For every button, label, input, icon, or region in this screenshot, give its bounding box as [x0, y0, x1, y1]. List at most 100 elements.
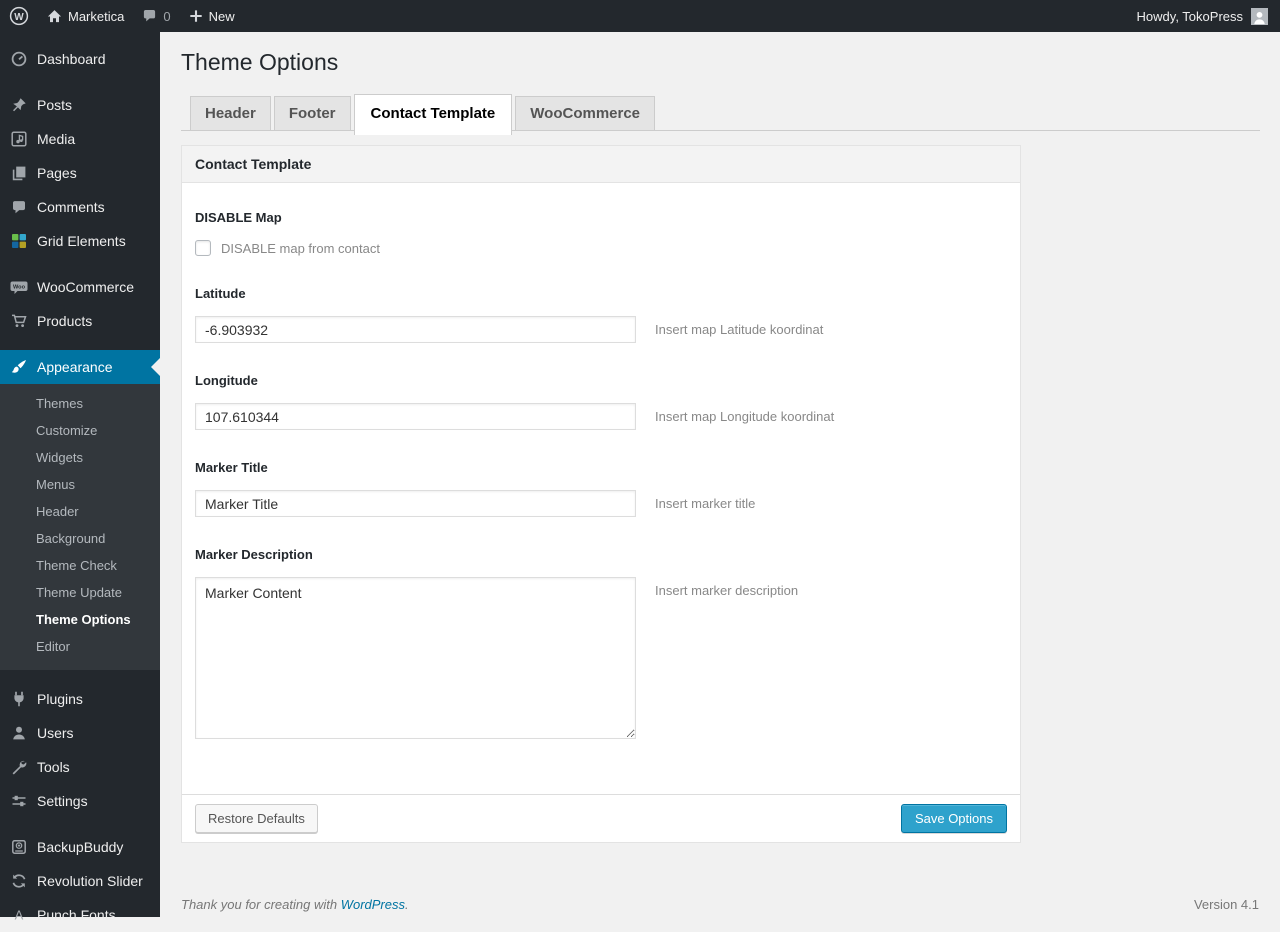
page-footer: Thank you for creating with WordPress. V…	[181, 897, 1260, 912]
sidebar-item-backupbuddy[interactable]: BackupBuddy	[0, 830, 160, 864]
sidebar-item-label: Grid Elements	[37, 233, 126, 249]
main-content: Theme Options Header Footer Contact Temp…	[160, 32, 1280, 917]
longitude-input[interactable]	[195, 403, 636, 430]
panel-title: Contact Template	[182, 146, 1020, 183]
appearance-submenu: Themes Customize Widgets Menus Header Ba…	[0, 384, 160, 670]
disable-map-label: DISABLE Map	[195, 210, 282, 225]
sidebar-item-revolution-slider[interactable]: Revolution Slider	[0, 864, 160, 898]
new-menu[interactable]: New	[180, 0, 244, 32]
sidebar-item-tools[interactable]: Tools	[0, 750, 160, 784]
sidebar-item-label: Users	[37, 725, 74, 741]
marker-title-label: Marker Title	[195, 460, 268, 475]
brush-icon	[9, 359, 28, 376]
sidebar-item-punch-fonts[interactable]: A Punch Fonts	[0, 898, 160, 932]
disable-map-checkbox-label: DISABLE map from contact	[221, 240, 380, 256]
sidebar-item-dashboard[interactable]: Dashboard	[0, 42, 160, 76]
sidebar-item-comments[interactable]: Comments	[0, 190, 160, 224]
grid-elements-icon	[9, 233, 28, 250]
sidebar-item-label: Media	[37, 131, 76, 147]
tab-woocommerce[interactable]: WooCommerce	[515, 96, 656, 130]
sidebar-item-pages[interactable]: Pages	[0, 156, 160, 190]
person-icon	[1254, 11, 1265, 24]
sidebar-item-plugins[interactable]: Plugins	[0, 682, 160, 716]
page-title: Theme Options	[181, 49, 339, 75]
comments-menu[interactable]: 0	[133, 0, 179, 32]
sidebar-item-label: WooCommerce	[37, 279, 134, 295]
menu-separator	[0, 670, 160, 682]
avatar[interactable]	[1251, 7, 1268, 25]
submenu-editor[interactable]: Editor	[0, 633, 160, 660]
wordpress-link[interactable]: WordPress	[341, 897, 405, 912]
tab-contact-template[interactable]: Contact Template	[353, 94, 513, 135]
menu-separator	[0, 338, 160, 350]
wordpress-logo-glyph: W	[9, 6, 29, 26]
svg-text:A: A	[14, 908, 23, 923]
sidebar-item-label: Punch Fonts	[37, 907, 116, 923]
marker-title-hint: Insert marker title	[655, 496, 756, 511]
footer-thanks-text: Thank you for creating with WordPress.	[181, 897, 409, 912]
latitude-field: Latitude Insert map Latitude koordinat	[195, 286, 1007, 343]
latitude-input[interactable]	[195, 316, 636, 343]
tab-header[interactable]: Header	[190, 96, 271, 130]
sidebar-item-woocommerce[interactable]: Woo WooCommerce	[0, 270, 160, 304]
wrench-icon	[9, 759, 28, 776]
marker-title-input[interactable]	[195, 490, 636, 517]
sidebar-item-label: Pages	[37, 165, 77, 181]
sidebar-item-users[interactable]: Users	[0, 716, 160, 750]
menu-separator	[0, 76, 160, 88]
submenu-theme-options[interactable]: Theme Options	[0, 606, 160, 633]
longitude-field: Longitude Insert map Longitude koordinat	[195, 373, 1007, 430]
refresh-icon	[9, 873, 28, 890]
restore-defaults-button[interactable]: Restore Defaults	[195, 804, 318, 833]
submenu-header[interactable]: Header	[0, 498, 160, 525]
sidebar-item-label: Plugins	[37, 691, 83, 707]
sidebar-item-settings[interactable]: Settings	[0, 784, 160, 818]
disable-map-checkbox-row: DISABLE map from contact	[195, 240, 1007, 256]
menu-separator	[0, 818, 160, 830]
wordpress-logo-icon[interactable]: W	[0, 0, 38, 32]
thanks-period: .	[405, 897, 409, 912]
longitude-hint: Insert map Longitude koordinat	[655, 409, 835, 424]
save-options-button[interactable]: Save Options	[900, 804, 1007, 833]
submenu-theme-update[interactable]: Theme Update	[0, 579, 160, 606]
admin-bar: W Marketica 0 New Howdy, TokoPress	[0, 0, 1280, 32]
latitude-label: Latitude	[195, 286, 246, 301]
submenu-menus[interactable]: Menus	[0, 471, 160, 498]
sidebar-item-grid-elements[interactable]: Grid Elements	[0, 224, 160, 258]
sidebar-item-posts[interactable]: Posts	[0, 88, 160, 122]
sidebar-item-label: Dashboard	[37, 51, 106, 67]
marker-description-field: Marker Description Marker Content Insert…	[195, 547, 1007, 739]
sidebar-item-label: Comments	[37, 199, 105, 215]
plugin-icon	[9, 691, 28, 708]
sidebar-item-label: Tools	[37, 759, 70, 775]
media-icon	[9, 131, 28, 148]
site-name: Marketica	[68, 8, 125, 24]
sidebar-item-appearance[interactable]: Appearance	[0, 350, 160, 384]
submenu-themes[interactable]: Themes	[0, 390, 160, 417]
submenu-background[interactable]: Background	[0, 525, 160, 552]
user-icon	[9, 725, 28, 742]
thanks-prefix: Thank you for creating with	[181, 897, 341, 912]
plus-icon	[189, 10, 202, 22]
submenu-widgets[interactable]: Widgets	[0, 444, 160, 471]
tab-footer[interactable]: Footer	[273, 96, 351, 130]
disable-map-checkbox[interactable]	[195, 240, 211, 256]
panel-body: DISABLE Map DISABLE map from contact Lat…	[182, 183, 1020, 794]
sidebar-item-label: Revolution Slider	[37, 873, 143, 889]
menu-separator	[0, 258, 160, 270]
site-name-menu[interactable]: Marketica	[38, 0, 133, 32]
submenu-theme-check[interactable]: Theme Check	[0, 552, 160, 579]
marker-description-hint: Insert marker description	[655, 583, 799, 598]
disable-map-field: DISABLE Map DISABLE map from contact	[195, 210, 1007, 256]
backup-icon	[9, 839, 28, 856]
letter-a-icon: A	[9, 907, 28, 924]
marker-description-textarea[interactable]: Marker Content	[195, 577, 636, 739]
howdy-text[interactable]: Howdy, TokoPress	[1137, 9, 1243, 24]
sidebar-item-label: BackupBuddy	[37, 839, 124, 855]
contact-template-panel: Contact Template DISABLE Map DISABLE map…	[181, 145, 1021, 843]
sidebar-item-media[interactable]: Media	[0, 122, 160, 156]
sidebar-item-products[interactable]: Products	[0, 304, 160, 338]
marker-description-label: Marker Description	[195, 547, 313, 562]
submenu-customize[interactable]: Customize	[0, 417, 160, 444]
marker-title-field: Marker Title Insert marker title	[195, 460, 1007, 517]
